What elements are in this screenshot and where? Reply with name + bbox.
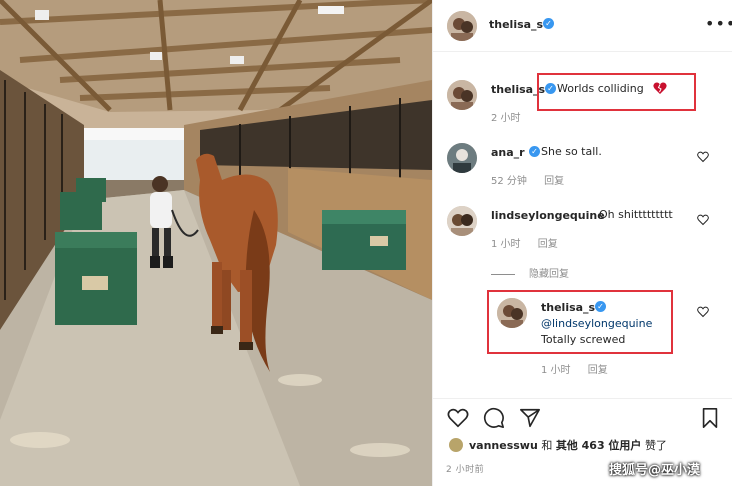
post-header: thelisa_s ✓ ••• (433, 0, 732, 52)
like-comment-heart-icon[interactable] (697, 151, 709, 163)
liker-avatar[interactable] (449, 438, 463, 452)
divider (491, 273, 515, 275)
stable-horse-photo (0, 0, 432, 486)
avatar[interactable] (447, 206, 477, 236)
comment-username[interactable]: ana_r (491, 146, 525, 159)
hide-replies-label: 隐藏回复 (529, 269, 569, 280)
reply-button[interactable]: 回复 (538, 239, 558, 250)
comment-username[interactable]: lindseylongequine (491, 209, 605, 222)
post-actions-bar (433, 398, 732, 438)
comment-bubble-icon[interactable] (483, 407, 505, 429)
reply-button[interactable]: 回复 (544, 176, 564, 187)
like-heart-icon[interactable] (447, 407, 469, 429)
like-comment-heart-icon[interactable] (697, 306, 709, 318)
save-bookmark-icon[interactable] (699, 407, 721, 429)
share-paper-plane-icon[interactable] (519, 407, 541, 429)
likes-suffix: 赞了 (644, 439, 667, 452)
caption-highlight-box (537, 73, 696, 111)
comment-text: Oh shittttttttt (599, 208, 673, 221)
comment-time: 52 分钟 (491, 176, 527, 187)
watermark: 搜狐号@巫小漠 (609, 463, 701, 478)
verified-badge-icon: ✓ (529, 146, 540, 157)
comment-meta: 1 小时 回复 (491, 235, 572, 250)
likes-others[interactable]: 其他 463 位用户 (556, 439, 642, 452)
comment-text: She so tall. (541, 145, 602, 158)
reply-time: 1 小时 (541, 365, 571, 376)
more-options-icon[interactable]: ••• (705, 14, 732, 33)
comment-meta: 52 分钟 回复 (491, 172, 578, 187)
avatar[interactable] (447, 80, 477, 110)
hide-replies-toggle[interactable]: 隐藏回复 (491, 265, 569, 280)
header-username[interactable]: thelisa_s (489, 18, 543, 31)
caption-time: 2 小时 (491, 113, 521, 124)
reply-highlight-box (487, 290, 673, 354)
post-timestamp: 2 小时前 (446, 465, 485, 475)
liker-username[interactable]: vannesswu (469, 439, 538, 452)
comment-time: 1 小时 (491, 239, 521, 250)
like-comment-heart-icon[interactable] (697, 214, 709, 226)
post-photo[interactable] (0, 0, 432, 486)
avatar[interactable] (447, 11, 477, 41)
likes-summary: vannesswu 和 其他 463 位用户 赞了 (449, 437, 667, 453)
avatar[interactable] (447, 143, 477, 173)
reply-meta: 1 小时 回复 (541, 361, 622, 376)
reply-button[interactable]: 回复 (588, 365, 608, 376)
post-side-panel: thelisa_s ✓ ••• thelisa_s ✓ Worlds colli… (432, 0, 732, 486)
verified-badge-icon: ✓ (543, 18, 554, 29)
likes-conjunction: 和 (541, 439, 553, 452)
